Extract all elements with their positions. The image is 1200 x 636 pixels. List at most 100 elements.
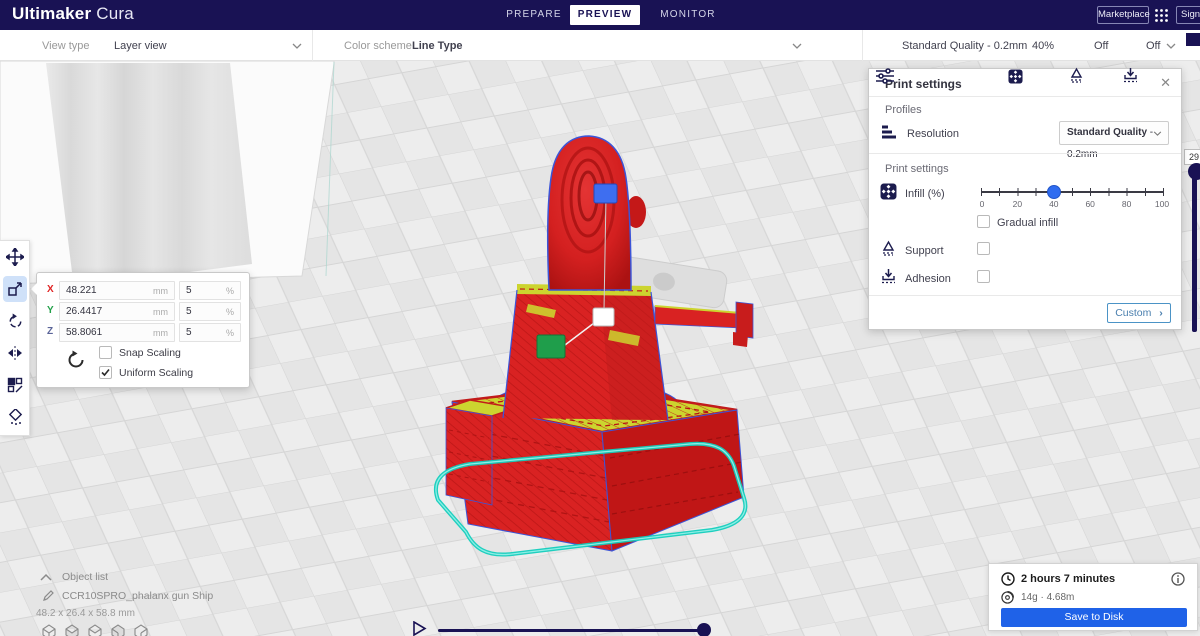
color-scheme-value[interactable]: Line Type — [412, 40, 463, 52]
collapse-caret-icon[interactable] — [40, 573, 52, 581]
scale-z-mm-input[interactable]: 58.8061 mm — [59, 323, 175, 342]
infill-label: Infill (%) — [905, 188, 945, 200]
scale-handle-y[interactable] — [536, 334, 566, 359]
infill-slider-track[interactable] — [981, 191, 1163, 193]
chevron-down-icon[interactable] — [1166, 43, 1176, 49]
chevron-down-icon[interactable] — [292, 43, 302, 49]
apps-grid-icon[interactable] — [1154, 8, 1169, 23]
view-type-label: View type — [42, 40, 90, 52]
tick-label: 100 — [1154, 199, 1170, 209]
support-checkbox[interactable] — [977, 242, 990, 255]
adhesion-summary-value: Off — [1146, 40, 1161, 52]
logo-ultimaker: Ultimaker — [12, 4, 92, 23]
close-icon[interactable]: ✕ — [1160, 75, 1171, 91]
object-name[interactable]: CCR10SPRO_phalanx gun Ship — [62, 590, 213, 602]
uniform-scaling-label: Uniform Scaling — [119, 367, 194, 379]
profile-summary[interactable]: Standard Quality - 0.2mm — [902, 40, 1027, 52]
tab-prepare[interactable]: PREPARE — [497, 0, 571, 30]
support-icon — [1070, 67, 1083, 83]
rotate-tool-button[interactable] — [0, 305, 30, 337]
chevron-down-icon[interactable] — [792, 43, 802, 49]
layer-slider-track[interactable] — [1192, 174, 1197, 332]
scale-y-mm-input[interactable]: 26.4417 mm — [59, 302, 175, 321]
clock-icon — [1001, 572, 1015, 586]
snap-scaling-label: Snap Scaling — [119, 347, 181, 359]
object-dimensions: 48.2 x 26.4 x 58.8 mm — [36, 608, 135, 619]
sliced-model — [445, 135, 754, 552]
scale-x-mm-input[interactable]: 48.221 mm — [59, 281, 175, 300]
profiles-section-label: Profiles — [885, 104, 922, 116]
scale-y-pct-input[interactable]: 5% — [179, 302, 241, 321]
move-tool-button[interactable] — [0, 241, 30, 273]
print-settings-panel: Print settings ✕ Profiles Resolution Sta… — [868, 68, 1182, 330]
view-toolbar: View type Layer view Color scheme Line T… — [0, 30, 1200, 84]
resolution-dropdown[interactable]: Standard Quality - 0.2mm — [1059, 121, 1169, 160]
adhesion-label: Adhesion — [905, 273, 951, 285]
color-scheme-label: Color scheme — [344, 40, 412, 52]
scale-handle-center[interactable] — [592, 307, 615, 327]
support-blocker-button[interactable] — [0, 401, 30, 433]
save-to-disk-button[interactable]: Save to Disk — [1001, 608, 1187, 627]
marketplace-button[interactable]: Marketplace — [1097, 6, 1150, 24]
axis-y-label: Y — [47, 305, 54, 316]
snap-scaling-checkbox[interactable] — [99, 346, 112, 359]
resolution-label: Resolution — [907, 128, 959, 140]
tick-label: 0 — [979, 199, 985, 209]
cura-window: Ultimaker Cura PREPARE PREVIEW MONITOR M… — [0, 0, 1200, 636]
chevron-right-icon: › — [1159, 307, 1163, 319]
infill-slider-handle[interactable] — [1047, 185, 1061, 199]
layers-icon — [882, 125, 896, 139]
gradual-infill-label: Gradual infill — [997, 217, 1059, 229]
tick-label: 80 — [1121, 199, 1132, 209]
print-time-estimate: 2 hours 7 minutes — [1021, 573, 1116, 585]
view-type-value[interactable]: Layer view — [114, 40, 167, 52]
gradual-infill-checkbox[interactable] — [977, 215, 990, 228]
app-logo: Ultimaker Cura — [12, 4, 134, 24]
axis-z-label: Z — [47, 326, 54, 337]
support-label: Support — [905, 245, 944, 257]
sliders-icon — [876, 68, 894, 84]
info-icon[interactable] — [1171, 572, 1185, 586]
support-summary-value: Off — [1094, 40, 1109, 52]
gray-curtain-object — [46, 63, 252, 275]
tab-monitor[interactable]: MONITOR — [650, 0, 726, 30]
simulation-scrubber-handle[interactable] — [697, 623, 711, 636]
pencil-icon — [43, 590, 54, 601]
uniform-scaling-checkbox[interactable] — [99, 366, 112, 379]
play-icon[interactable] — [412, 621, 428, 636]
check-icon — [101, 368, 110, 377]
material-estimate: 14g · 4.68m — [1021, 592, 1075, 603]
custom-settings-button[interactable]: Custom › — [1107, 303, 1171, 323]
resolution-value: Standard Quality — [1067, 127, 1148, 138]
scale-x-pct-input[interactable]: 5% — [179, 281, 241, 300]
logo-cura: Cura — [96, 4, 134, 23]
signin-button[interactable]: Sign in — [1176, 6, 1200, 24]
mirror-tool-button[interactable] — [0, 337, 30, 369]
scale-tool-button[interactable] — [0, 273, 30, 305]
support-icon — [882, 240, 895, 256]
tick-label: 20 — [1012, 199, 1023, 209]
app-header: Ultimaker Cura PREPARE PREVIEW MONITOR M… — [0, 0, 1200, 30]
chevron-down-icon — [1153, 131, 1162, 136]
layer-slider-handle[interactable] — [1188, 163, 1200, 180]
camera-view-presets[interactable] — [40, 624, 155, 636]
infill-summary-value: 40% — [1032, 40, 1055, 52]
scale-tool-panel: X 48.221 mm 5% Y 26.4417 mm 5% Z 58.8061 mm… — [31, 272, 250, 388]
object-list-title[interactable]: Object list — [62, 571, 108, 583]
infill-icon — [1008, 69, 1023, 84]
adhesion-checkbox[interactable] — [977, 270, 990, 283]
print-settings-title: Print settings — [885, 77, 962, 91]
job-summary-panel: 2 hours 7 minutes 14g · 4.68m Save to Di… — [988, 563, 1198, 631]
scale-handle-z[interactable] — [593, 183, 618, 204]
tool-column — [0, 240, 30, 436]
back-wall — [0, 60, 335, 285]
tick-label: 40 — [1049, 199, 1059, 209]
tab-preview[interactable]: PREVIEW — [570, 5, 640, 25]
clipped-edge-element — [1186, 33, 1200, 46]
reset-icon[interactable] — [65, 349, 87, 371]
tick-label: 60 — [1085, 199, 1095, 209]
per-model-settings-button[interactable] — [0, 369, 30, 401]
scale-z-pct-input[interactable]: 5% — [179, 323, 241, 342]
simulation-scrubber-track[interactable] — [438, 629, 710, 632]
axis-x-label: X — [47, 284, 54, 295]
